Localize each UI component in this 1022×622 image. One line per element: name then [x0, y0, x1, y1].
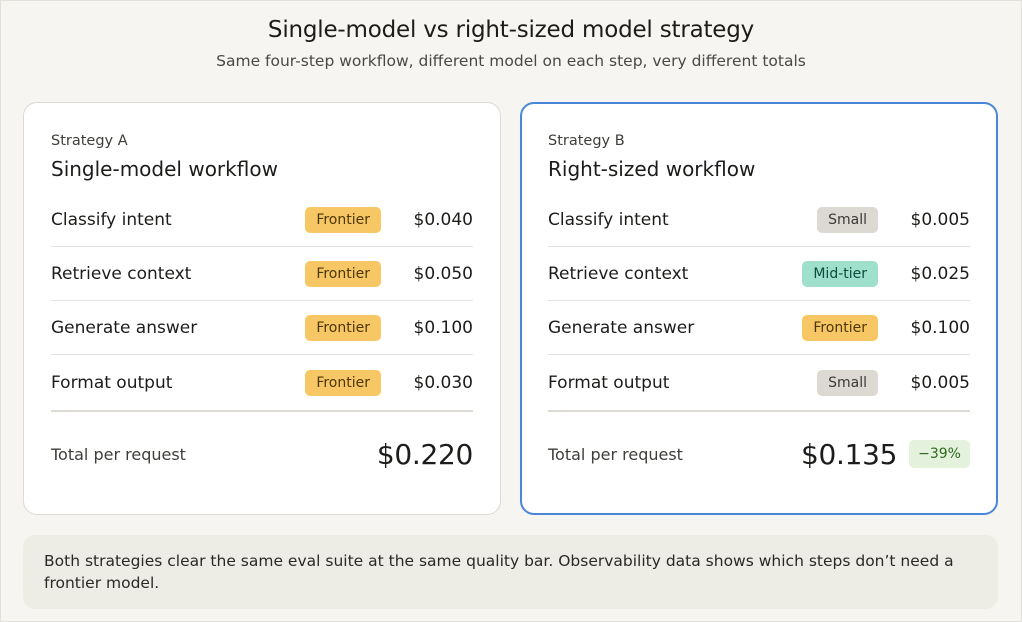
- model-tier-badge: Frontier: [305, 206, 381, 233]
- strategy-a-kicker: Strategy A: [51, 133, 128, 149]
- workflow-step-row: Retrieve context Frontier $0.050: [51, 247, 473, 301]
- step-name: Retrieve context: [51, 263, 192, 284]
- model-tier-badge: Frontier: [305, 369, 381, 396]
- strategy-b-total: Total per request $0.135 −39%: [548, 412, 970, 496]
- workflow-step-row: Generate answer Frontier $0.100: [548, 301, 970, 355]
- step-name: Classify intent: [51, 209, 172, 230]
- page-subtitle: Same four-step workflow, different model…: [216, 52, 806, 70]
- step-name: Generate answer: [548, 317, 695, 338]
- step-cost: $0.050: [413, 263, 473, 284]
- step-cost: $0.030: [413, 372, 473, 393]
- workflow-step-row: Format output Frontier $0.030: [51, 355, 473, 410]
- savings-badge: −39%: [909, 440, 970, 468]
- page-title: Single-model vs right-sized model strate…: [267, 17, 755, 43]
- step-name: Classify intent: [548, 209, 669, 230]
- model-tier-badge: Frontier: [305, 260, 381, 287]
- model-tier-badge: Frontier: [802, 314, 878, 341]
- step-cost: $0.025: [910, 263, 970, 284]
- strategy-b-card: Strategy B Right-sized workflow Classify…: [520, 102, 998, 515]
- strategy-a-title: Single-model workflow: [51, 157, 278, 181]
- model-tier-badge: Small: [817, 369, 878, 396]
- step-cost: $0.040: [413, 209, 473, 230]
- strategy-a-total: Total per request $0.220: [51, 412, 473, 496]
- strategy-a-card: Strategy A Single-model workflow Classif…: [23, 102, 501, 515]
- step-cost: $0.005: [910, 372, 970, 393]
- step-cost: $0.100: [413, 317, 473, 338]
- workflow-step-row: Retrieve context Mid-tier $0.025: [548, 247, 970, 301]
- workflow-step-row: Classify intent Frontier $0.040: [51, 193, 473, 247]
- total-label: Total per request: [51, 444, 186, 464]
- step-name: Format output: [51, 372, 173, 393]
- strategy-a-steps: Classify intent Frontier $0.040 Retrieve…: [51, 193, 473, 410]
- step-name: Format output: [548, 372, 670, 393]
- step-cost: $0.005: [910, 209, 970, 230]
- workflow-step-row: Format output Small $0.005: [548, 355, 970, 410]
- footnote-callout: Both strategies clear the same eval suit…: [23, 535, 998, 609]
- strategy-b-kicker: Strategy B: [548, 133, 625, 149]
- total-value: $0.220: [376, 437, 473, 471]
- step-name: Generate answer: [51, 317, 198, 338]
- total-value: $0.135: [800, 437, 898, 471]
- workflow-step-row: Generate answer Frontier $0.100: [51, 301, 473, 355]
- workflow-step-row: Classify intent Small $0.005: [548, 193, 970, 247]
- model-tier-badge: Small: [817, 206, 878, 233]
- total-label: Total per request: [548, 444, 683, 464]
- step-name: Retrieve context: [548, 263, 689, 284]
- strategy-b-title: Right-sized workflow: [548, 157, 756, 181]
- strategy-b-steps: Classify intent Small $0.005 Retrieve co…: [548, 193, 970, 410]
- step-cost: $0.100: [910, 317, 970, 338]
- page-header: Single-model vs right-sized model strate…: [0, 14, 1022, 72]
- model-tier-badge: Frontier: [305, 314, 381, 341]
- model-tier-badge: Mid-tier: [802, 260, 878, 287]
